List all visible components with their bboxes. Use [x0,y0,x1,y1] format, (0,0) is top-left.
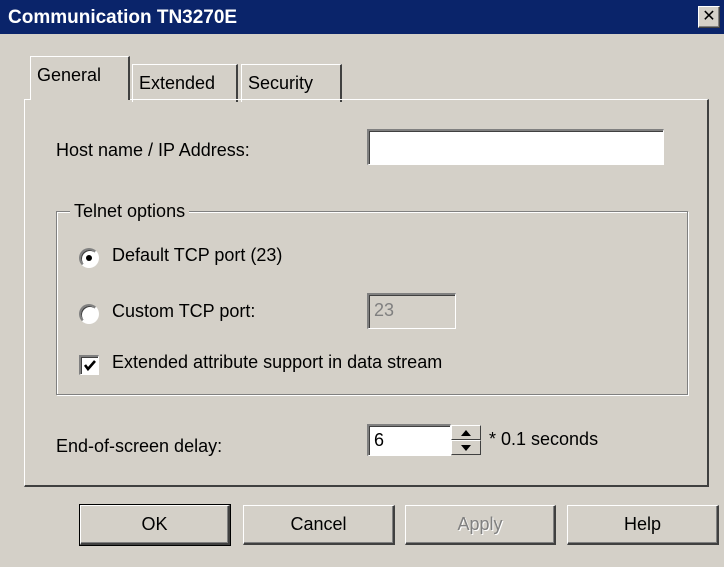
tab-security-label: Security [248,73,314,93]
default-tcp-port-radio[interactable] [79,248,99,268]
dialog-window: Communication TN3270E ✕ General Extended… [0,0,724,567]
ok-button[interactable]: OK [79,504,231,546]
apply-button[interactable]: Apply [405,505,556,545]
delay-spinner [451,425,481,455]
arrow-down-icon [461,445,471,451]
custom-tcp-port-input[interactable]: 23 [367,293,456,329]
telnet-options-legend: Telnet options [70,201,190,222]
tab-extended-label: Extended [139,73,216,93]
tab-general[interactable]: General [30,56,130,100]
title-bar: Communication TN3270E ✕ [0,0,724,34]
extended-attribute-checkbox[interactable] [79,355,99,375]
close-icon: ✕ [702,8,716,25]
cancel-button[interactable]: Cancel [243,505,395,545]
spin-down-button[interactable] [451,440,481,455]
tab-extended[interactable]: Extended [132,64,238,102]
custom-tcp-port-label: Custom TCP port: [112,301,256,321]
extended-attribute-label: Extended attribute support in data strea… [112,352,443,372]
delay-unit-label: * 0.1 seconds [489,429,599,449]
delay-input[interactable]: 6 [367,424,451,456]
custom-tcp-port-radio[interactable] [79,304,99,324]
end-of-screen-delay-label: End-of-screen delay: [56,436,223,456]
tab-security[interactable]: Security [241,64,342,102]
arrow-up-icon [461,430,471,436]
close-button[interactable]: ✕ [698,6,720,28]
host-name-input[interactable] [367,129,664,165]
host-name-label: Host name / IP Address: [56,140,250,160]
window-title: Communication TN3270E [8,7,238,28]
help-button[interactable]: Help [567,505,719,545]
spin-up-button[interactable] [451,425,481,440]
default-tcp-port-label: Default TCP port (23) [112,245,283,265]
checkmark-icon [83,360,96,372]
tab-general-label: General [37,65,102,85]
radio-selected-dot [86,255,92,261]
